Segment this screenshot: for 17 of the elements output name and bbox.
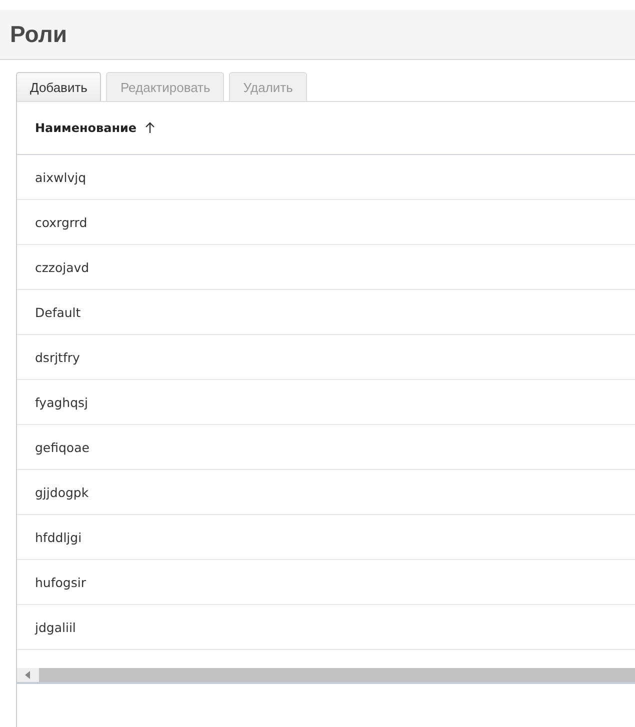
table-cell: dsrjtfry [35,350,80,364]
page-title: Роли [10,21,67,48]
table-cell: jdgaliil [35,620,76,634]
table-cell: czzojavd [35,260,90,274]
table-cell: fyaghqsj [35,394,88,410]
scroll-left-icon[interactable] [25,671,31,679]
column-header[interactable]: Наименование [17,121,155,135]
table-cell: Default [35,304,81,320]
table-cell: coxrgrrd [35,214,88,230]
table-cell: hfddljgi [35,530,82,544]
table-cell: aixwlvjq [35,170,86,184]
toolbar-button[interactable]: Добавить [16,72,102,101]
horizontal-scrollbar[interactable] [17,668,635,684]
table-cell: gefiqoae [35,440,90,454]
scrollbar-thumb[interactable] [39,668,635,682]
table-cell: gjjdogpk [35,484,89,500]
table-cell: hufogsir [35,574,86,590]
